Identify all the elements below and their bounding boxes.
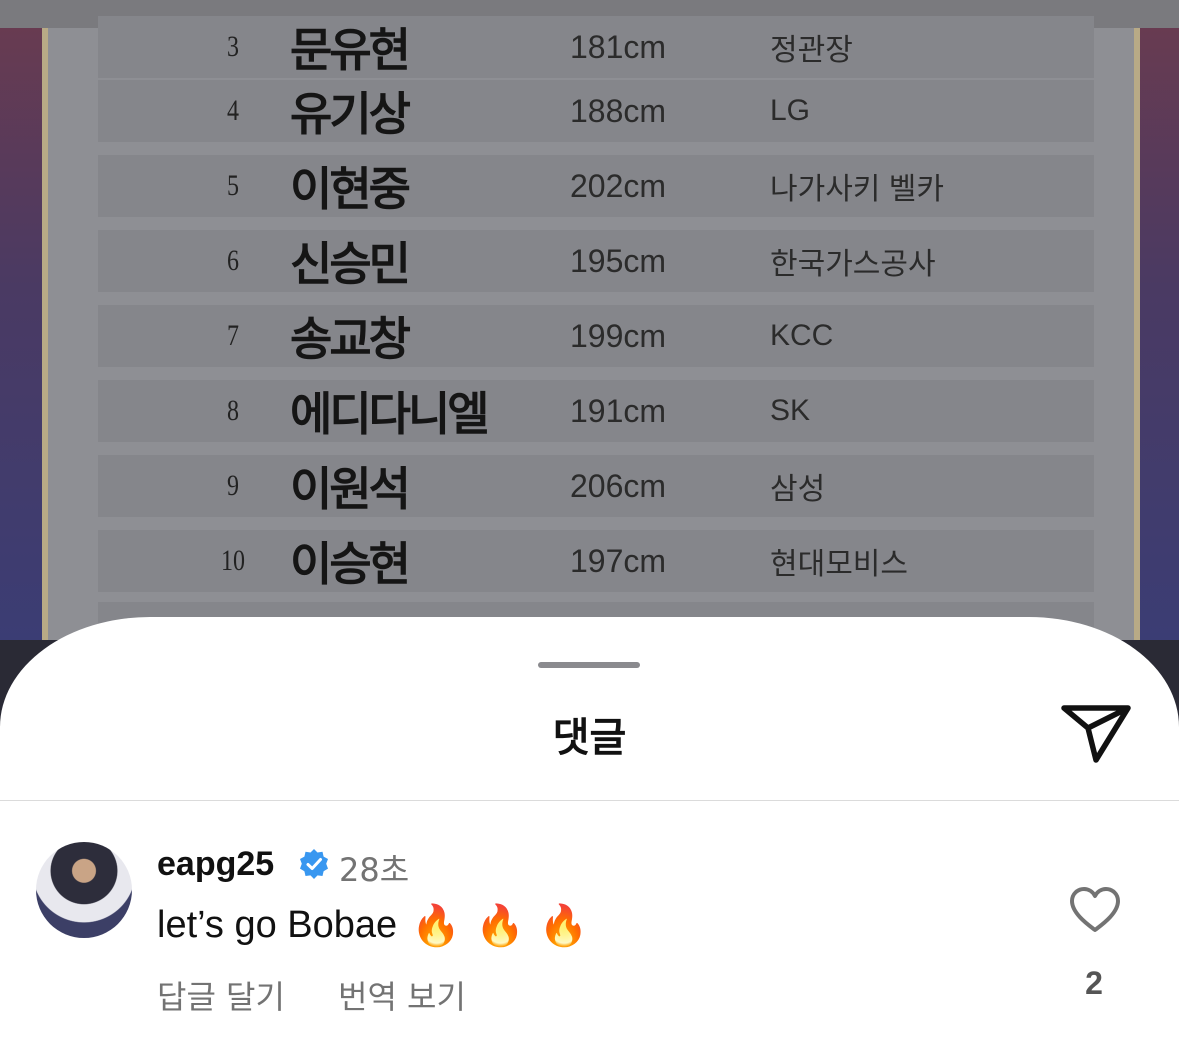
fire-emoji: 🔥	[474, 904, 525, 948]
player-height: 181cm	[570, 28, 667, 65]
post-background: 3 문유현 181cm 정관장 4 유기상 188cm LG 5 이현중 202…	[0, 0, 1179, 640]
table-row: 4 유기상 188cm LG	[98, 80, 1094, 142]
player-team: 한국가스공사	[770, 248, 936, 281]
rank-number: 6	[227, 244, 239, 277]
player-team: KCC	[770, 319, 834, 352]
fire-emoji: 🔥	[411, 904, 461, 948]
verified-badge-icon	[298, 848, 330, 880]
poster-table: 3 문유현 181cm 정관장 4 유기상 188cm LG 5 이현중 202…	[48, 16, 1134, 640]
rank-number: 8	[227, 394, 239, 427]
player-height: 202cm	[570, 167, 667, 204]
table-row: 3 문유현 181cm 정관장	[98, 16, 1094, 78]
player-name: 유기상	[290, 87, 411, 141]
comments-sheet: 댓글 eapg25 28초 let’s go Bobae 🔥 🔥 🔥 답글 달기…	[0, 617, 1179, 1044]
player-height: 197cm	[570, 542, 667, 579]
heart-icon[interactable]	[1068, 885, 1122, 935]
table-row: 8 에디다니엘 191cm SK	[98, 380, 1094, 442]
player-name: 이원석	[290, 462, 411, 516]
comment-body: let’s go Bobae 🔥 🔥 🔥	[157, 902, 589, 949]
rank-number: 5	[227, 169, 239, 202]
player-height: 195cm	[570, 242, 667, 279]
player-team: 삼성	[770, 473, 826, 506]
player-name: 이현중	[290, 162, 411, 216]
player-team: 나가사키 벨카	[770, 173, 944, 206]
player-team: 정관장	[770, 34, 853, 67]
sheet-drag-handle[interactable]	[538, 662, 640, 668]
table-row: 7 송교창 199cm KCC	[98, 305, 1094, 367]
table-row: 10 이승현 197cm 현대모비스	[98, 530, 1094, 592]
avatar[interactable]	[36, 842, 132, 938]
translate-button[interactable]: 번역 보기	[338, 972, 466, 1018]
player-name: 신승민	[290, 237, 411, 291]
like-count: 2	[1085, 965, 1103, 1001]
comment-timestamp: 28초	[339, 851, 410, 889]
player-name: 송교창	[290, 312, 411, 366]
player-team: 현대모비스	[770, 548, 908, 581]
rank-number: 4	[227, 94, 239, 127]
player-name: 이승현	[290, 537, 411, 591]
send-icon[interactable]	[1058, 702, 1134, 766]
sheet-divider	[0, 800, 1179, 801]
player-height: 199cm	[570, 317, 667, 354]
rank-number: 7	[227, 319, 239, 352]
player-height: 188cm	[570, 92, 667, 129]
player-team: SK	[770, 394, 811, 427]
table-row: 5 이현중 202cm 나가사키 벨카	[98, 155, 1094, 217]
player-name: 에디다니엘	[290, 387, 490, 441]
rank-number: 10	[221, 544, 245, 577]
comment-text: let’s go Bobae	[157, 904, 398, 946]
table-row: 9 이원석 206cm 삼성	[98, 455, 1094, 517]
player-ranking-poster: 3 문유현 181cm 정관장 4 유기상 188cm LG 5 이현중 202…	[42, 16, 1140, 640]
player-name: 문유현	[290, 23, 411, 77]
player-height: 206cm	[570, 467, 667, 504]
fire-emoji: 🔥	[538, 904, 589, 948]
player-team: LG	[770, 94, 811, 127]
rank-number: 9	[227, 469, 239, 502]
reply-button[interactable]: 답글 달기	[157, 972, 285, 1018]
player-height: 191cm	[570, 392, 667, 429]
comment-username[interactable]: eapg25	[157, 845, 274, 884]
rank-number: 3	[227, 30, 239, 63]
table-row: 6 신승민 195cm 한국가스공사	[98, 230, 1094, 292]
sheet-title: 댓글	[552, 715, 627, 761]
